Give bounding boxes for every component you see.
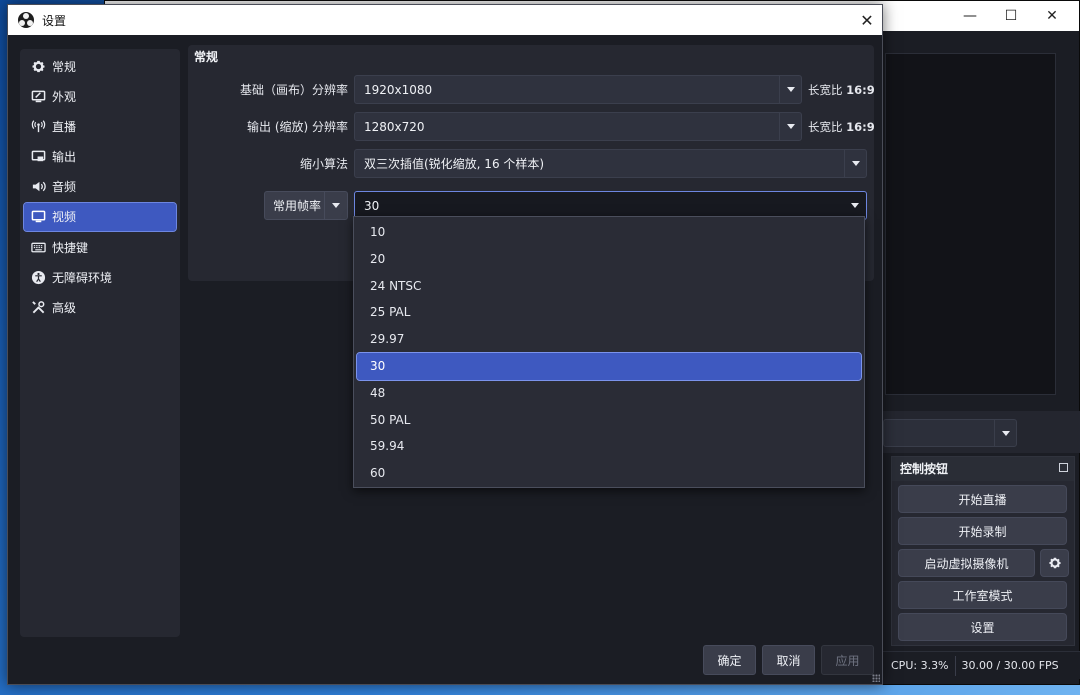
start-recording-button[interactable]: 开始录制 (898, 517, 1067, 545)
sidebar-item-video[interactable]: 视频 (23, 201, 177, 232)
sidebar-item-label: 输出 (52, 150, 77, 165)
fps-option[interactable]: 24 NTSC (357, 273, 861, 300)
sidebar-item-label: 常规 (52, 59, 77, 74)
accessibility-icon (30, 269, 46, 285)
sidebar-item-label: 视频 (52, 210, 77, 225)
group-title: 常规 (194, 50, 219, 64)
output-resolution-label: 输出 (缩放) 分辨率 (247, 120, 348, 134)
fps-type-combo[interactable]: 常用帧率 (264, 191, 348, 220)
dialog-close-button[interactable]: ✕ (852, 5, 882, 35)
fps-option[interactable]: 50 PAL (357, 407, 861, 434)
main-close-button[interactable]: ✕ (1029, 1, 1075, 31)
gear-icon (30, 58, 46, 74)
sidebar-item-label: 外观 (52, 89, 77, 104)
sidebar-item-output[interactable]: 输出 (24, 143, 176, 171)
obs-logo-icon (18, 12, 34, 28)
controls-dock-title: 控制按钮 (892, 457, 1074, 481)
sidebar-item-accessibility[interactable]: 无障碍环境 (24, 263, 176, 291)
sidebar-item-label: 无障碍环境 (52, 270, 113, 285)
sidebar-item-label: 高级 (52, 301, 77, 315)
aspect-prefix: 长宽比 (808, 83, 843, 97)
dialog-titlebar: 设置 ✕ (8, 5, 882, 35)
output-aspect-ratio: 长宽比 16:9 (808, 119, 875, 135)
keyboard-icon (30, 239, 46, 255)
fps-value: 30 (364, 198, 380, 213)
fps-type-value: 常用帧率 (273, 199, 322, 213)
output-icon (30, 149, 46, 165)
aspect-prefix: 长宽比 (808, 120, 843, 134)
chevron-down-icon (844, 150, 866, 177)
sidebar-item-label: 音频 (52, 180, 77, 195)
dock-float-icon[interactable] (1059, 463, 1068, 472)
preview-area[interactable] (885, 53, 1056, 395)
output-resolution-value: 1280x720 (364, 119, 425, 134)
sidebar-item-advanced[interactable]: 高级 (24, 294, 176, 322)
cancel-button[interactable]: 取消 (762, 645, 815, 675)
fps-option[interactable]: 25 PAL (357, 299, 861, 326)
sidebar-item-general[interactable]: 常规 (24, 52, 176, 80)
apply-button[interactable]: 应用 (821, 645, 874, 675)
base-resolution-value: 1920x1080 (364, 82, 433, 97)
gear-icon (1048, 557, 1061, 569)
fps-option-selected[interactable]: 30 (356, 351, 862, 381)
monitor-icon (30, 209, 46, 225)
status-separator (954, 655, 956, 676)
aspect-value: 16:9 (846, 120, 875, 134)
start-streaming-button[interactable]: 开始直播 (898, 485, 1067, 513)
chevron-down-icon (779, 113, 801, 140)
studio-mode-button[interactable]: 工作室模式 (898, 581, 1067, 609)
maximize-button[interactable]: ☐ (988, 1, 1034, 31)
downscale-filter-value: 双三次插值(锐化缩放, 16 个样本) (364, 157, 545, 171)
downscale-filter-combo[interactable]: 双三次插值(锐化缩放, 16 个样本) (354, 149, 867, 178)
output-resolution-combo[interactable]: 1280x720 (354, 112, 802, 141)
sidebar-item-audio[interactable]: 音频 (24, 173, 176, 201)
downscale-filter-label: 缩小算法 (299, 157, 348, 171)
fps-option[interactable]: 20 (357, 246, 861, 273)
fps-dropdown-list: 10 20 24 NTSC 25 PAL 29.97 30 48 50 PAL … (353, 216, 865, 488)
speaker-icon (30, 179, 46, 195)
main-scene-combo[interactable] (883, 419, 1017, 447)
chevron-down-icon (994, 420, 1016, 446)
base-resolution-combo[interactable]: 1920x1080 (354, 75, 802, 104)
sidebar-item-label: 直播 (52, 119, 77, 134)
chevron-down-icon (844, 192, 866, 219)
fps-option[interactable]: 48 (357, 380, 861, 407)
sidebar-item-hotkeys[interactable]: 快捷键 (24, 233, 176, 261)
ok-button[interactable]: 确定 (703, 645, 756, 675)
fps-option[interactable]: 29.97 (357, 326, 861, 353)
fps-option[interactable]: 59.94 (357, 433, 861, 460)
tools-icon (30, 300, 46, 316)
settings-button[interactable]: 设置 (898, 613, 1067, 641)
dialog-title: 设置 (42, 13, 67, 28)
start-virtual-camera-button[interactable]: 启动虚拟摄像机 (898, 549, 1035, 577)
aspect-value: 16:9 (846, 83, 875, 97)
chevron-down-icon (324, 192, 347, 219)
chevron-down-icon (779, 76, 801, 103)
resize-grip-icon[interactable] (872, 674, 880, 682)
base-resolution-label: 基础（画布）分辨率 (239, 83, 348, 97)
sidebar-item-stream[interactable]: 直播 (24, 112, 176, 140)
cpu-usage: CPU: 3.3% (891, 659, 949, 672)
fps-option[interactable]: 60 (357, 460, 861, 487)
controls-dock: 控制按钮 开始直播 开始录制 启动虚拟摄像机 工作室模式 设置 (891, 456, 1075, 646)
broadcast-icon (30, 118, 46, 134)
base-aspect-ratio: 长宽比 16:9 (808, 82, 875, 98)
sidebar-item-appearance[interactable]: 外观 (24, 82, 176, 110)
settings-sidebar: 常规 外观 直播 输出 音频 视频 快捷键 无障碍环境 高级 (20, 49, 180, 637)
fps-status: 30.00 / 30.00 FPS (961, 659, 1059, 672)
status-bar: CPU: 3.3% 30.00 / 30.00 FPS (881, 651, 1080, 679)
appearance-icon (30, 88, 46, 104)
fps-option[interactable]: 10 (357, 219, 861, 246)
sidebar-item-label: 快捷键 (52, 240, 89, 255)
virtual-camera-settings-button[interactable] (1040, 549, 1069, 577)
minimize-button[interactable]: — (947, 1, 993, 31)
